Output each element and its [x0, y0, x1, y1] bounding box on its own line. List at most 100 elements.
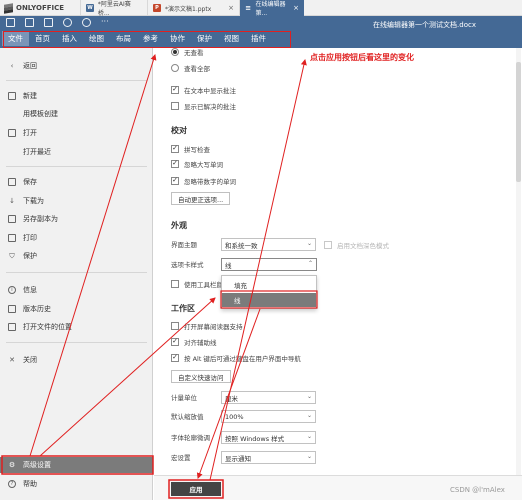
radio-view-all[interactable]: 查看全部 [171, 62, 210, 73]
document-title: 在线编辑器第一个测试文档.docx [373, 21, 476, 29]
apply-button[interactable]: 应用 [171, 482, 221, 496]
unit-select[interactable]: 厘米 ⌄ [221, 391, 316, 404]
menu-label: 打开最近 [23, 148, 51, 156]
chevron-down-icon: ⌄ [306, 393, 312, 400]
tab-presentation[interactable]: P *演示文稿1.pptx × [147, 0, 239, 16]
print-icon [8, 234, 16, 242]
close-icon[interactable]: × [228, 4, 234, 12]
onlyoffice-logo-icon [4, 2, 13, 14]
checkbox-show-comments[interactable]: ✓ 在文本中显示批注 [171, 84, 236, 95]
macros-select[interactable]: 显示通知 ⌄ [221, 451, 316, 464]
tab-style-select[interactable]: 线 ⌃ [221, 258, 317, 271]
checkbox-label: 启用文档深色模式 [337, 241, 389, 250]
radio-no-view[interactable]: 无查看 [171, 46, 204, 57]
theme-label: 界面主题 [171, 241, 197, 249]
menu-close[interactable]: ✕ 关闭 [0, 352, 153, 368]
menu-label: 打开 [23, 129, 37, 137]
zoom-select[interactable]: 100% ⌄ [221, 410, 316, 423]
folder-icon [8, 129, 16, 137]
divider [6, 342, 147, 343]
checkbox-spellcheck[interactable]: ✓ 拼写检查 [171, 143, 210, 154]
menu-label: 打印 [23, 234, 37, 242]
select-value: 和系统一致 [225, 241, 258, 250]
menu-download-as[interactable]: ↓ 下载为 [0, 193, 153, 209]
word-file-icon: W [86, 4, 94, 12]
menu-save-copy-as[interactable]: 另存副本为 [0, 211, 153, 227]
checkbox-ignore-uppercase[interactable]: ✓ 忽略大写单词 [171, 158, 223, 169]
watermark: CSDN @l'mAlex [450, 486, 505, 494]
back-button[interactable]: ‹ 返回 [0, 58, 153, 74]
scrollbar-thumb[interactable] [516, 62, 521, 182]
checkbox[interactable] [171, 279, 179, 288]
checkbox-dark-document[interactable]: 启用文档深色模式 [324, 239, 389, 250]
divider [6, 272, 147, 273]
autocorrect-options-button[interactable]: 自动更正选项... [171, 192, 231, 205]
menu-version-history[interactable]: 版本历史 [0, 301, 153, 317]
browser-tab-bar: ONLYOFFICE W *阿里云AI赛桥... P *演示文稿1.pptx ×… [0, 0, 522, 17]
menu-advanced-settings[interactable]: ⚙ 高级设置 [0, 457, 153, 473]
menu-print[interactable]: 打印 [0, 230, 153, 246]
dropdown-option-fill[interactable]: 填充 [222, 278, 316, 292]
menu-save[interactable]: 保存 [0, 174, 153, 190]
history-icon [8, 305, 16, 313]
checkbox-alt-key-navigation[interactable]: ✓ 按 Alt 键后可通过键盘在用户界面中导航 [171, 352, 301, 363]
menu-label: 另存副本为 [23, 215, 58, 223]
menu-label: 帮助 [23, 480, 37, 488]
checkbox-show-resolved[interactable]: 显示已解决的批注 [171, 100, 236, 111]
redo-icon[interactable] [82, 18, 91, 27]
checkbox[interactable]: ✓ [171, 159, 179, 168]
presentation-file-icon: P [153, 4, 161, 12]
tab-word-doc[interactable]: W *阿里云AI赛桥... [80, 0, 147, 17]
gear-icon: ⚙ [8, 461, 16, 469]
chevron-down-icon: ⌄ [306, 240, 312, 247]
menu-info[interactable]: i 信息 [0, 282, 153, 298]
theme-select[interactable]: 和系统一致 ⌄ [221, 238, 316, 251]
more-icon[interactable]: ··· [101, 18, 109, 27]
font-hinting-label: 字体轮廓微调 [171, 434, 210, 442]
menu-open[interactable]: 打开 [0, 125, 153, 141]
font-hinting-select[interactable]: 按照 Windows 样式 ⌄ [221, 431, 316, 444]
select-value: 100% [225, 412, 244, 421]
onlyoffice-logo[interactable]: ONLYOFFICE [4, 2, 65, 14]
radio-button[interactable] [171, 63, 179, 72]
checkbox[interactable]: ✓ [171, 176, 179, 185]
divider [6, 80, 147, 81]
menu-new[interactable]: 新建 [0, 88, 153, 104]
save-icon[interactable] [6, 18, 15, 27]
unit-label: 计量单位 [171, 394, 197, 402]
checkbox-alignment-guides[interactable]: ✓ 对齐辅助线 [171, 336, 217, 347]
checkbox[interactable] [171, 321, 179, 330]
checkbox[interactable]: ✓ [171, 353, 179, 362]
brand-name: ONLYOFFICE [16, 4, 65, 12]
tab-document-editor[interactable]: ≡ 在线编辑器第... × [239, 0, 304, 17]
save-icon [8, 178, 16, 186]
quick-access-toolbar: ··· [6, 18, 109, 27]
quick-print-icon[interactable] [44, 18, 53, 27]
menu-highlight-box [3, 31, 291, 48]
chevron-down-icon: ⌄ [306, 412, 312, 419]
close-icon[interactable]: × [293, 4, 299, 12]
menu-help[interactable]: ? 帮助 [0, 476, 153, 492]
menu-from-template[interactable]: 用模板创建 [0, 106, 153, 122]
checkbox-label: 忽略带数字的单词 [184, 177, 236, 186]
print-icon[interactable] [25, 18, 34, 27]
dropdown-option-line[interactable]: 线 [222, 293, 316, 307]
checkbox-label: 对齐辅助线 [184, 338, 217, 347]
menu-open-file-location[interactable]: 打开文件的位置 [0, 319, 153, 335]
customize-quick-access-button[interactable]: 自定义快速访问 [171, 370, 231, 383]
checkbox-screen-reader[interactable]: 打开屏幕阅读器支持 [171, 320, 243, 331]
checkbox[interactable] [324, 240, 332, 249]
select-value: 线 [225, 261, 232, 270]
undo-icon[interactable] [63, 18, 72, 27]
checkbox-ignore-numbers[interactable]: ✓ 忽略带数字的单词 [171, 175, 236, 186]
checkbox[interactable]: ✓ [171, 144, 179, 153]
chevron-down-icon: ⌄ [306, 433, 312, 440]
menu-label: 版本历史 [23, 305, 51, 313]
menu-protect[interactable]: ⛉ 保护 [0, 248, 153, 264]
workspace-title: 工作区 [171, 304, 195, 313]
checkbox[interactable] [171, 101, 179, 110]
radio-button[interactable] [171, 47, 179, 56]
checkbox[interactable]: ✓ [171, 85, 179, 94]
menu-open-recent[interactable]: 打开最近 [0, 144, 153, 160]
checkbox[interactable]: ✓ [171, 337, 179, 346]
